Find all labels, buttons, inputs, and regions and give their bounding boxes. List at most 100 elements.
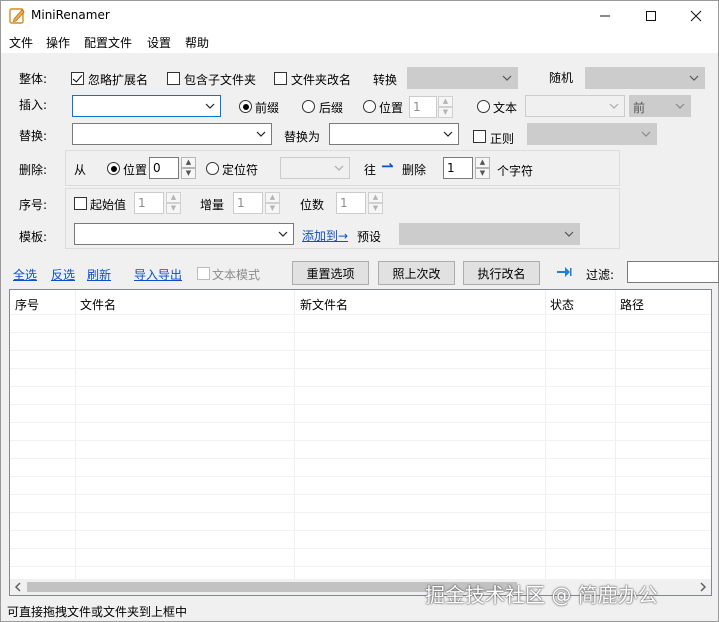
spin-up-icon[interactable]: ▲ — [368, 192, 383, 203]
preset-label: 预设 — [357, 230, 382, 244]
menu-file[interactable]: 文件 — [9, 34, 33, 51]
include-subfolders-checkbox[interactable] — [167, 71, 180, 85]
rename-folders-checkbox[interactable] — [274, 71, 287, 85]
digits-spinner[interactable]: ▲ ▼ — [368, 192, 383, 214]
insert-position-radio[interactable] — [363, 99, 376, 113]
spin-up-icon[interactable]: ▲ — [438, 96, 453, 107]
increment-spinner[interactable]: ▲ ▼ — [265, 192, 280, 214]
checkbox-box — [197, 267, 210, 280]
maximize-button[interactable] — [628, 1, 674, 31]
replace-find-combo[interactable] — [72, 123, 272, 145]
delete-count-spinner[interactable]: ▲ ▼ — [475, 157, 490, 179]
template-combo[interactable] — [74, 223, 294, 245]
minimize-button[interactable] — [582, 1, 628, 31]
digits-label: 位数 — [300, 198, 325, 212]
row-line — [10, 548, 711, 549]
menu-operation[interactable]: 操作 — [46, 34, 70, 51]
prefix-radio[interactable] — [239, 99, 252, 113]
execute-rename-button[interactable]: 执行改名 — [463, 261, 540, 285]
row-line — [10, 386, 711, 387]
column-divider — [294, 290, 295, 595]
insert-text-radio[interactable] — [477, 99, 490, 113]
window-title: MiniRenamer — [31, 8, 110, 22]
delete-position-input[interactable]: 0 — [149, 157, 179, 179]
refresh-link[interactable]: 刷新 — [87, 266, 111, 283]
row-line — [10, 368, 711, 369]
select-all-link[interactable]: 全选 — [13, 266, 37, 283]
delete-count-input[interactable]: 1 — [443, 157, 473, 179]
insert-position-input[interactable]: 1 — [409, 96, 437, 118]
spin-up-icon[interactable]: ▲ — [475, 157, 490, 168]
row-line — [10, 350, 711, 351]
delete-position-value: 0 — [153, 161, 161, 175]
insert-text-source-combo[interactable] — [525, 95, 625, 117]
locator-radio[interactable] — [206, 161, 219, 175]
overall-label: 整体: — [19, 72, 48, 86]
menu-config[interactable]: 配置文件 — [84, 34, 132, 51]
regex-checkbox[interactable] — [473, 129, 486, 143]
insert-direction-combo[interactable]: 前 — [629, 95, 691, 117]
spin-up-icon[interactable]: ▲ — [166, 192, 181, 203]
convert-combo[interactable] — [407, 67, 518, 89]
scroll-right-icon[interactable] — [698, 582, 708, 592]
preset-combo[interactable] — [399, 223, 580, 245]
column-header-filename[interactable]: 文件名 — [80, 296, 116, 313]
column-header-status[interactable]: 状态 — [550, 296, 574, 313]
spin-down-icon[interactable]: ▼ — [438, 107, 453, 118]
filter-input[interactable] — [627, 261, 719, 283]
invert-selection-link[interactable]: 反选 — [51, 266, 75, 283]
locator-combo[interactable] — [280, 157, 350, 179]
spin-up-icon[interactable]: ▲ — [181, 157, 196, 168]
redo-last-button[interactable]: 照上次改 — [378, 261, 455, 285]
column-header-index[interactable]: 序号 — [15, 296, 39, 313]
column-header-new-filename[interactable]: 新文件名 — [300, 296, 348, 313]
prefix-label: 前缀 — [255, 101, 280, 115]
close-icon — [690, 10, 702, 22]
add-to-preset-link[interactable]: 添加到→ — [302, 227, 348, 244]
delete-from-label: 从 — [74, 163, 87, 177]
text-mode-checkbox[interactable] — [197, 266, 210, 280]
reset-options-button[interactable]: 重置选项 — [292, 261, 369, 285]
column-divider — [545, 290, 546, 595]
checkbox-box — [71, 72, 84, 85]
column-divider — [75, 290, 76, 595]
close-button[interactable] — [673, 1, 719, 31]
ignore-ext-checkbox[interactable] — [71, 71, 84, 85]
row-line — [10, 494, 711, 495]
pin-icon[interactable] — [556, 265, 572, 279]
start-spinner[interactable]: ▲ ▼ — [166, 192, 181, 214]
increment-input[interactable]: 1 — [233, 192, 263, 214]
row-line — [10, 476, 711, 477]
insert-label: 插入: — [19, 98, 48, 112]
menu-help[interactable]: 帮助 — [185, 34, 209, 51]
import-export-link[interactable]: 导入导出 — [134, 266, 182, 283]
delete-position-spinner[interactable]: ▲ ▼ — [181, 157, 196, 179]
digits-input[interactable]: 1 — [336, 192, 366, 214]
filter-label: 过滤: — [586, 268, 615, 282]
regex-preset-combo[interactable] — [527, 123, 657, 145]
insert-text-combo[interactable] — [72, 95, 221, 117]
spin-down-icon[interactable]: ▼ — [265, 203, 280, 214]
spin-down-icon[interactable]: ▼ — [166, 203, 181, 214]
start-checkbox[interactable] — [74, 196, 87, 210]
chevron-down-icon — [609, 103, 619, 109]
random-combo[interactable] — [585, 67, 705, 89]
delete-position-radio[interactable] — [107, 161, 120, 175]
suffix-label: 后缀 — [319, 101, 344, 115]
start-input[interactable]: 1 — [134, 192, 164, 214]
checkbox-box — [74, 197, 87, 210]
spin-down-icon[interactable]: ▼ — [368, 203, 383, 214]
scroll-left-icon[interactable] — [13, 582, 23, 592]
suffix-radio[interactable] — [302, 99, 315, 113]
spin-down-icon[interactable]: ▼ — [181, 168, 196, 179]
spin-down-icon[interactable]: ▼ — [475, 168, 490, 179]
insert-position-spinner[interactable]: ▲ ▼ — [438, 96, 453, 118]
replace-with-combo[interactable] — [329, 123, 459, 145]
direction-arrow-icon[interactable]: ⇀ — [381, 157, 394, 175]
spin-up-icon[interactable]: ▲ — [265, 192, 280, 203]
file-list[interactable]: 序号 文件名 新文件名 状态 路径 — [9, 289, 712, 596]
column-header-path[interactable]: 路径 — [620, 296, 644, 313]
menu-settings[interactable]: 设置 — [147, 34, 171, 51]
chevron-down-icon — [278, 231, 288, 237]
status-bar: 可直接拖拽文件或文件夹到上框中 — [1, 601, 718, 622]
